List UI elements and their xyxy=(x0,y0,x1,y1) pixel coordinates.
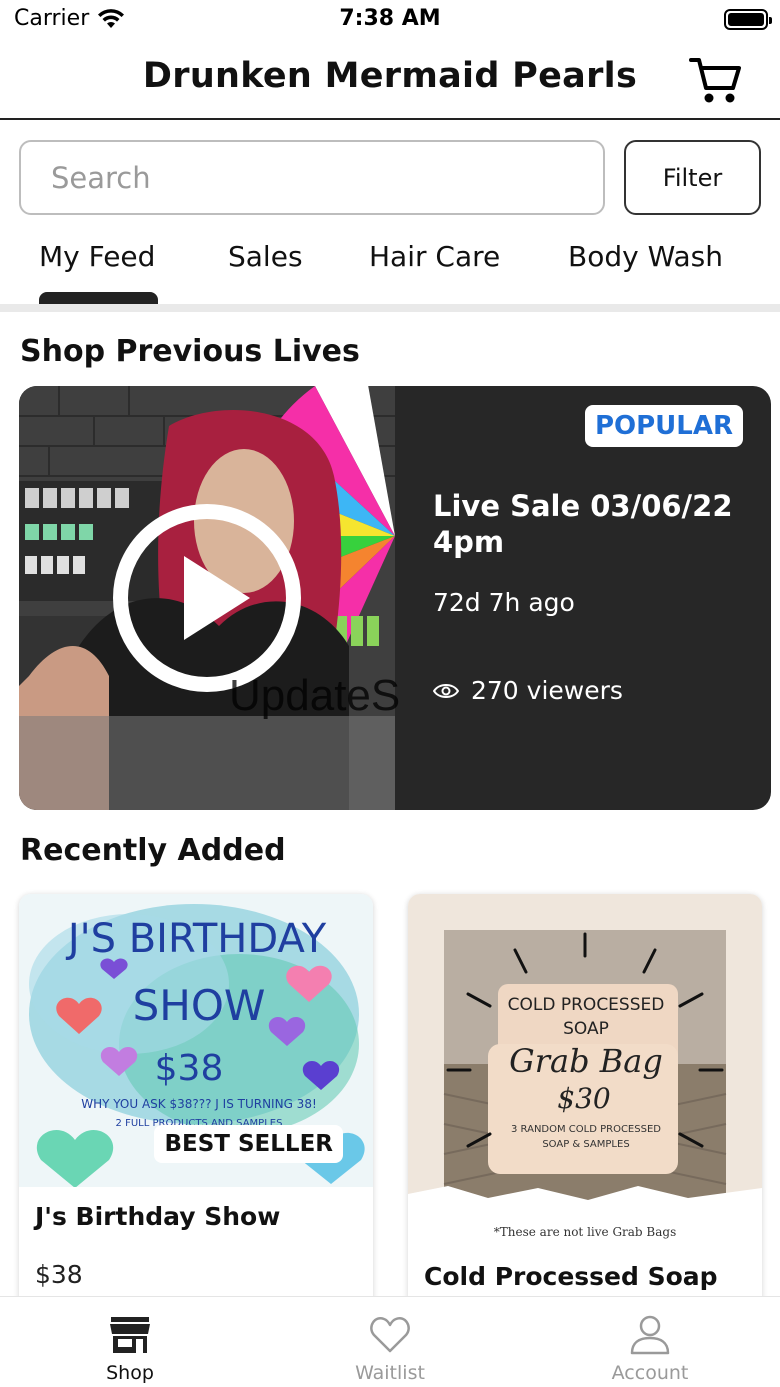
page-title: Drunken Mermaid Pearls xyxy=(142,56,638,96)
tabbar-waitlist[interactable]: Waitlist xyxy=(260,1297,520,1387)
search-input[interactable] xyxy=(19,140,605,215)
product-card-cold-processed-soap[interactable]: COLD PROCESSED SOAP Grab Bag $30 3 RANDO… xyxy=(408,894,762,1314)
art-sub2: SOAP & SAMPLES xyxy=(542,1139,629,1150)
bottom-tab-bar: Shop Waitlist Account xyxy=(0,1296,780,1387)
tabbar-label-waitlist: Waitlist xyxy=(355,1362,425,1384)
storefront-icon xyxy=(110,1317,150,1353)
heart-icon xyxy=(370,1316,410,1353)
status-bar: Carrier 7:38 AM xyxy=(0,0,780,42)
section-heading-recently-added: Recently Added xyxy=(20,833,286,868)
product-name: J's Birthday Show xyxy=(35,1202,281,1231)
tab-hair-care[interactable]: Hair Care xyxy=(369,240,500,273)
best-seller-badge: BEST SELLER xyxy=(154,1125,343,1163)
tabbar-label-account: Account xyxy=(611,1362,689,1384)
play-icon xyxy=(184,556,250,640)
person-icon xyxy=(630,1315,670,1355)
art-price: $38 xyxy=(155,1048,224,1089)
live-sale-time-ago: 72d 7h ago xyxy=(433,588,575,617)
live-video-thumbnail[interactable] xyxy=(19,386,395,810)
tab-sales[interactable]: Sales xyxy=(228,240,303,273)
viewer-count-label: 270 viewers xyxy=(471,676,623,705)
eye-icon xyxy=(433,683,459,698)
tabbar-account[interactable]: Account xyxy=(520,1297,780,1387)
battery-icon xyxy=(724,9,772,30)
art-sub1: 3 RANDOM COLD PROCESSED xyxy=(511,1124,661,1135)
product-price: $38 xyxy=(35,1260,83,1289)
viewer-count: 270 viewers xyxy=(433,676,623,705)
art-line1: COLD PROCESSED xyxy=(508,995,665,1015)
tab-body-wash[interactable]: Body Wash xyxy=(568,240,723,273)
art-footnote: *These are not live Grab Bags xyxy=(494,1225,676,1239)
art-sub1: WHY YOU ASK $38??? J IS TURNING 38! xyxy=(81,1097,317,1111)
popular-badge: POPULAR xyxy=(584,405,743,447)
cart-icon xyxy=(689,58,741,103)
nav-header: Drunken Mermaid Pearls xyxy=(0,42,780,120)
section-heading-previous-lives: Shop Previous Lives xyxy=(20,334,360,369)
status-time: 7:38 AM xyxy=(339,6,441,31)
art-title-line1: J'S BIRTHDAY xyxy=(65,916,327,962)
art-price: $30 xyxy=(557,1082,610,1115)
cart-button[interactable] xyxy=(688,54,744,106)
product-name: Cold Processed Soap xyxy=(424,1262,718,1291)
live-sale-card[interactable]: UpdateS POPULAR Live Sale 03/06/22 4pm 7… xyxy=(19,386,771,810)
product-image: J'S BIRTHDAY SHOW $38 WHY YOU ASK $38???… xyxy=(19,894,373,1187)
product-image: COLD PROCESSED SOAP Grab Bag $30 3 RANDO… xyxy=(408,894,762,1247)
art-line3: Grab Bag xyxy=(509,1042,663,1080)
video-watermark: UpdateS xyxy=(229,671,401,720)
tabs-divider xyxy=(0,304,780,312)
art-title-line2: SHOW xyxy=(133,981,266,1030)
tab-my-feed[interactable]: My Feed xyxy=(39,240,155,273)
tabbar-label-shop: Shop xyxy=(106,1362,154,1384)
live-sale-title: Live Sale 03/06/22 4pm xyxy=(433,489,733,559)
art-line2: SOAP xyxy=(563,1019,609,1039)
soap-grab-bag-artwork: COLD PROCESSED SOAP Grab Bag $30 3 RANDO… xyxy=(408,894,762,1247)
tabbar-shop[interactable]: Shop xyxy=(0,1297,260,1387)
filter-button[interactable]: Filter xyxy=(624,140,761,215)
product-card-js-birthday-show[interactable]: J'S BIRTHDAY SHOW $38 WHY YOU ASK $38???… xyxy=(19,894,373,1314)
